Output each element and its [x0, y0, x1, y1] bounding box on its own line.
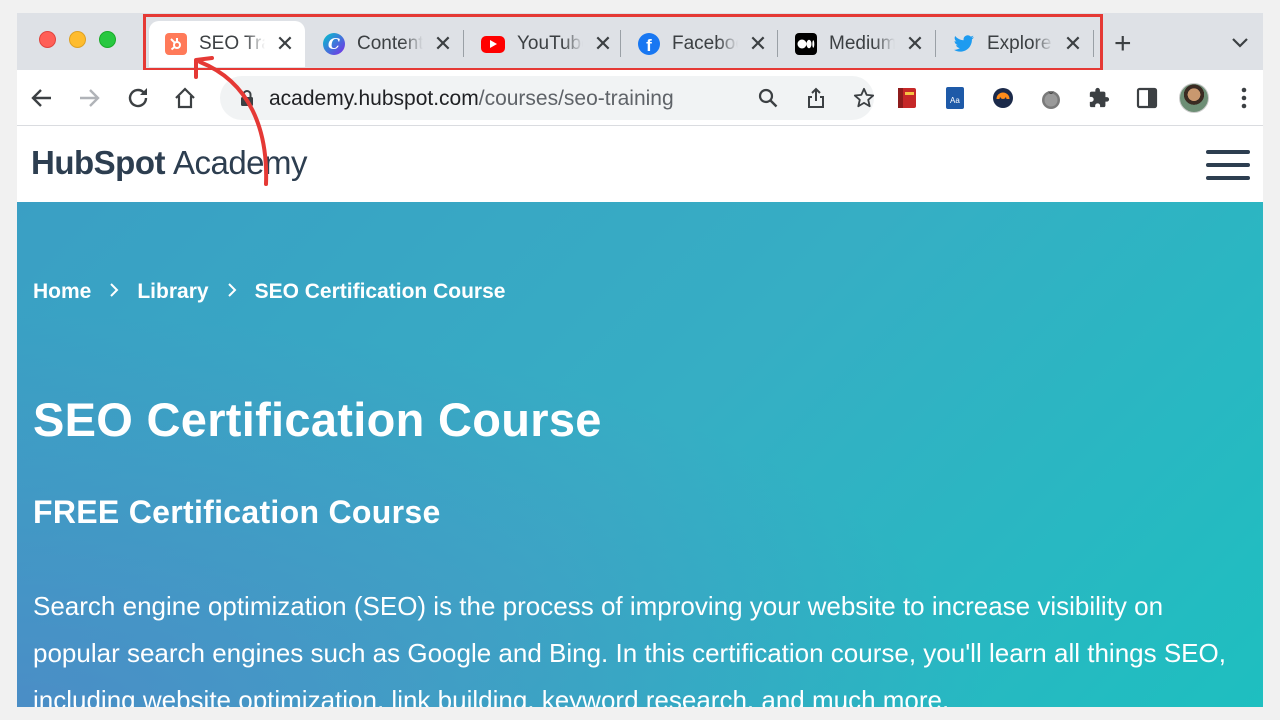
hubspot-academy-logo[interactable]: HubSpot Academy — [31, 144, 308, 182]
page-title: SEO Certification Course — [33, 393, 602, 446]
share-icon[interactable] — [803, 85, 829, 111]
maximize-window-button[interactable] — [99, 31, 116, 48]
logo-product: Academy — [172, 144, 308, 181]
breadcrumb-current: SEO Certification Course — [254, 280, 506, 303]
forward-button[interactable] — [75, 83, 105, 113]
forward-arrow-icon — [80, 89, 100, 107]
new-tab-button[interactable]: + — [1114, 29, 1132, 59]
home-button[interactable] — [170, 83, 200, 113]
tabs-highlight-annotation — [143, 14, 1103, 71]
address-url: academy.hubspot.com/courses/seo-training — [269, 87, 674, 111]
breadcrumb-home[interactable]: Home — [33, 280, 91, 304]
site-header: HubSpot Academy — [17, 126, 1263, 202]
chevron-right-icon — [227, 280, 237, 304]
tab-strip: SEO Training ✕ C Content ✕ YouTube ✕ f — [17, 13, 1263, 71]
logo-brand: HubSpot — [31, 144, 165, 181]
extension-book-icon[interactable] — [892, 83, 922, 113]
extension-tomato-icon[interactable] — [1036, 83, 1066, 113]
bookmark-star-icon[interactable] — [851, 85, 877, 111]
reload-button[interactable] — [123, 83, 153, 113]
side-panel-icon[interactable] — [1132, 83, 1162, 113]
close-window-button[interactable] — [39, 31, 56, 48]
chevron-right-icon — [109, 280, 119, 304]
svg-text:Aa: Aa — [950, 96, 960, 105]
web-page: HubSpot Academy Home Library SEO Certific… — [17, 126, 1263, 707]
back-arrow-icon — [31, 89, 51, 107]
extensions-puzzle-icon[interactable] — [1084, 83, 1114, 113]
lock-icon[interactable] — [234, 85, 260, 111]
home-icon — [175, 87, 195, 109]
browser-toolbar: academy.hubspot.com/courses/seo-training… — [17, 70, 1263, 126]
course-hero: Home Library SEO Certification Course SE… — [17, 202, 1263, 707]
url-path: /courses/seo-training — [478, 87, 674, 110]
breadcrumb: Home Library SEO Certification Course — [33, 280, 505, 304]
minimize-window-button[interactable] — [69, 31, 86, 48]
extension-semrush-icon[interactable] — [988, 83, 1018, 113]
tab-search-chevron-icon[interactable] — [1232, 35, 1248, 53]
search-icon[interactable] — [755, 85, 781, 111]
url-host: academy.hubspot.com — [269, 87, 479, 110]
profile-avatar[interactable] — [1179, 83, 1209, 113]
reload-icon — [128, 88, 148, 108]
breadcrumb-library[interactable]: Library — [137, 280, 208, 304]
back-button[interactable] — [26, 83, 56, 113]
hamburger-menu-icon[interactable] — [1206, 150, 1250, 180]
browser-window: SEO Training ✕ C Content ✕ YouTube ✕ f — [17, 13, 1263, 707]
extension-dictionary-icon[interactable]: Aa — [940, 83, 970, 113]
course-description: Search engine optimization (SEO) is the … — [33, 591, 1226, 707]
address-bar[interactable]: academy.hubspot.com/courses/seo-training — [220, 76, 877, 120]
more-menu-icon[interactable] — [1229, 83, 1259, 113]
page-subtitle: FREE Certification Course — [33, 494, 441, 530]
